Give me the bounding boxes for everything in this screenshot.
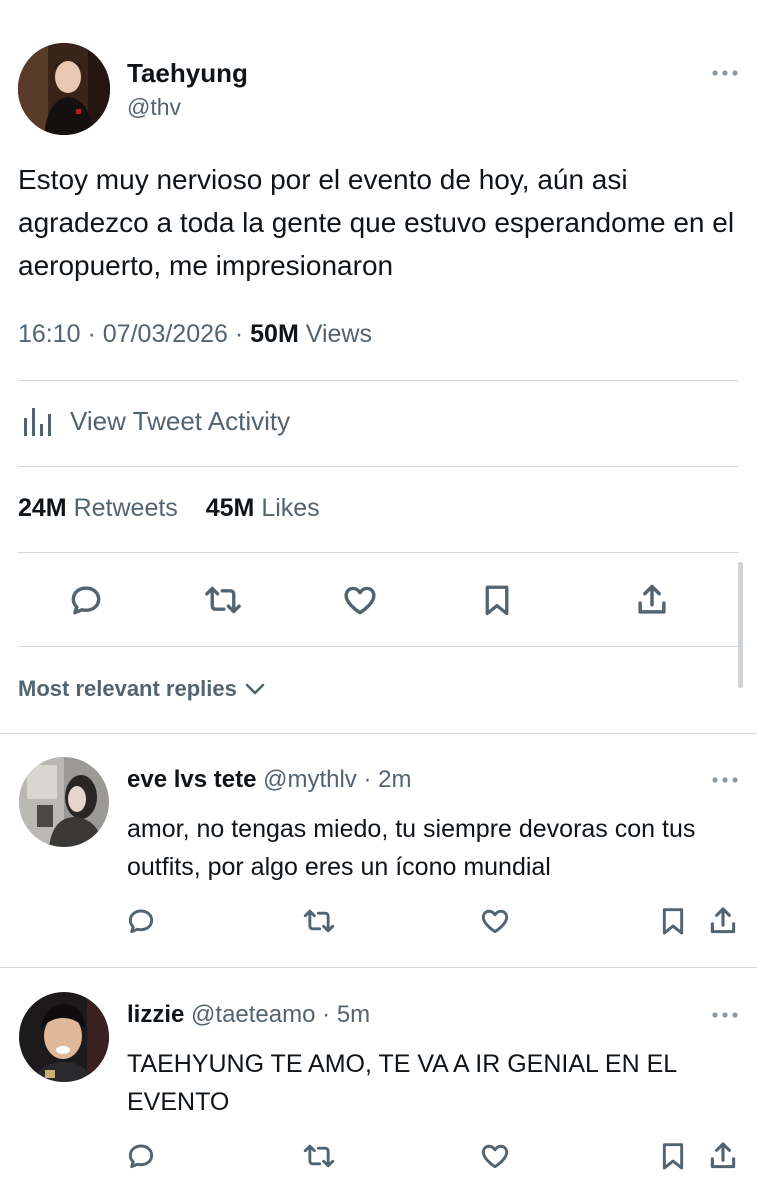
reply-avatar[interactable] [19,757,109,847]
retweet-icon [303,909,335,933]
retweet-button[interactable] [203,580,243,620]
view-tweet-activity-label: View Tweet Activity [70,405,291,436]
divider [18,552,739,553]
meta-separator: · [363,766,372,793]
retweet-button[interactable] [302,904,336,938]
reply-author-name[interactable]: lizzie [127,1001,184,1028]
share-icon [638,584,666,614]
tweet-text: Estoy muy nervioso por el evento de hoy,… [18,164,735,281]
scrollbar[interactable] [738,562,743,688]
likes-stat[interactable]: 45M Likes [206,494,320,522]
retweet-icon [205,586,241,614]
bookmark-button[interactable] [477,580,517,620]
reply-button[interactable] [66,580,106,620]
reply-author-handle[interactable]: @mythlv [263,766,357,793]
replies-sort-dropdown[interactable]: Most relevant replies [18,676,265,702]
reply-button[interactable] [124,904,158,938]
reply-timestamp[interactable]: 2m [378,766,411,793]
bookmark-button[interactable] [656,1139,690,1173]
views-count: 50M [250,320,299,348]
bookmark-icon [662,908,684,935]
tweet-time: 16:10 [18,320,81,348]
more-options-icon[interactable] [711,68,739,78]
meta-separator: · [322,1001,331,1028]
analytics-icon [22,404,56,438]
bookmark-icon [662,1143,684,1170]
tweet-meta: 16:10 · 07/03/2026 · 50M Views [18,320,372,349]
bookmark-button[interactable] [656,904,690,938]
like-button[interactable] [340,580,380,620]
share-button[interactable] [632,580,672,620]
like-button[interactable] [478,904,512,938]
retweets-count: 24M [18,494,67,522]
engagement-stats: 24M Retweets 45M Likes [18,494,320,523]
author-name[interactable]: Taehyung [127,58,248,89]
divider [18,466,739,467]
reply-icon [71,586,101,615]
chevron-down-icon [245,682,265,696]
reply-text: TAEHYUNG TE AMO, TE VA A IR GENIAL EN EL… [127,1050,677,1116]
share-icon [710,907,736,934]
divider [0,733,757,734]
retweets-stat[interactable]: 24M Retweets [18,494,178,522]
replies-sort-label: Most relevant replies [18,676,237,701]
like-icon [344,586,376,615]
author-avatar[interactable] [18,43,110,135]
retweets-label: Retweets [73,494,178,522]
reply-author-name[interactable]: eve lvs tete [127,766,256,793]
likes-count: 45M [205,494,255,522]
retweet-button[interactable] [302,1139,336,1173]
like-icon [481,1144,509,1169]
share-icon [710,1142,736,1169]
reply-button[interactable] [124,1139,158,1173]
tweet-date[interactable]: 07/03/2026 [103,320,228,348]
views-label: Views [305,320,372,348]
bookmark-icon [485,585,509,616]
view-tweet-activity-button[interactable]: View Tweet Activity [22,404,290,438]
more-options-icon[interactable] [711,1010,739,1020]
reply-header: eve lvs tete @mythlv · 2m [127,766,411,794]
reply-author-handle[interactable]: @taeteamo [191,1001,315,1028]
share-button[interactable] [706,904,740,938]
more-options-icon[interactable] [711,775,739,785]
author-handle[interactable]: @thv [127,94,181,121]
meta-separator: · [87,320,96,348]
share-button[interactable] [706,1139,740,1173]
retweet-icon [303,1144,335,1168]
meta-separator: · [234,320,244,348]
reply-text: amor, no tengas miedo, tu siempre devora… [127,815,696,881]
likes-label: Likes [261,494,320,522]
divider [18,380,739,381]
divider [18,646,739,647]
like-icon [481,909,509,934]
like-button[interactable] [478,1139,512,1173]
reply-icon [128,1144,154,1169]
divider [0,967,757,968]
reply-icon [128,909,154,934]
reply-timestamp[interactable]: 5m [337,1001,370,1028]
reply-header: lizzie @taeteamo · 5m [127,1001,370,1029]
reply-avatar[interactable] [19,992,109,1082]
